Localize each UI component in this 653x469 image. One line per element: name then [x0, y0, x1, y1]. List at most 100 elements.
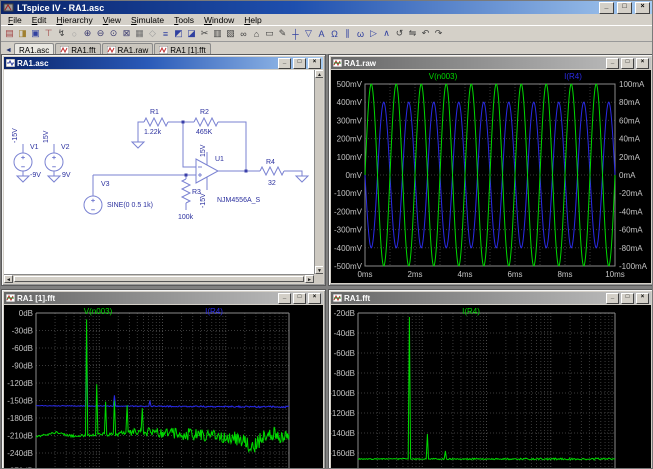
schematic-window-titlebar[interactable]: RA1.asc _ □ × — [4, 57, 323, 69]
axis-tick-label: -120dB — [331, 409, 355, 418]
copy-icon[interactable]: ▥ — [211, 27, 224, 40]
plot-tab-icon — [159, 46, 168, 54]
control-panel-icon[interactable]: ⊤ — [42, 27, 55, 40]
vertical-scrollbar[interactable]: ▲ ▼ — [314, 70, 323, 274]
minimize-button[interactable]: _ — [606, 58, 619, 69]
close-button[interactable]: × — [635, 2, 650, 14]
schematic-canvas[interactable]: -15V V1 -9V 15V V2 9V V3 SINE(0 0.5 1k) … — [4, 70, 323, 283]
v1-neg-label: -9V — [30, 172, 41, 179]
axis-tick-label: -90dB — [12, 362, 33, 371]
close-button[interactable]: × — [636, 293, 649, 304]
open-file-icon[interactable]: ◨ — [16, 27, 29, 40]
v1-ref: V1 — [30, 144, 39, 151]
zoom-extents-icon[interactable]: ⊙ — [107, 27, 120, 40]
netlist-icon[interactable]: ≡ — [159, 27, 172, 40]
horizontal-scrollbar[interactable]: ◄ ► — [4, 274, 314, 283]
v2-neg-label: 9V — [62, 172, 71, 179]
maximize-button[interactable]: □ — [621, 293, 634, 304]
pan-icon[interactable]: ◇ — [146, 27, 159, 40]
raw-plot-svg[interactable]: 500mV400mV300mV200mV100mV0mV-100mV-200mV… — [331, 70, 651, 283]
axis-tick-label: -300mV — [334, 226, 363, 235]
inductor-icon[interactable]: ω — [354, 27, 367, 40]
axis-tick-label: 200mV — [337, 135, 363, 144]
new-schematic-icon[interactable]: ▤ — [3, 27, 16, 40]
axis-tick-label: 60mA — [619, 116, 641, 125]
diode-icon[interactable]: ▷ — [367, 27, 380, 40]
close-button[interactable]: × — [308, 293, 321, 304]
scroll-right-icon[interactable]: ► — [305, 275, 314, 283]
maximize-button[interactable]: □ — [293, 58, 306, 69]
v1-voltage-label: -15V — [12, 128, 19, 143]
undo-icon[interactable]: ↶ — [419, 27, 432, 40]
minimize-button[interactable]: _ — [599, 2, 614, 14]
cut-icon[interactable]: ✂ — [198, 27, 211, 40]
resistor-icon[interactable]: Ω — [328, 27, 341, 40]
paste-icon[interactable]: ▧ — [224, 27, 237, 40]
scroll-left-icon[interactable]: ◄ — [4, 275, 13, 283]
halt-icon[interactable]: ○ — [68, 27, 81, 40]
maximize-button[interactable]: □ — [617, 2, 632, 14]
scroll-down-icon[interactable]: ▼ — [315, 266, 323, 274]
home-icon[interactable]: ⌂ — [250, 27, 263, 40]
menu-item-window[interactable]: Window — [199, 15, 239, 25]
fft1-plot-svg[interactable]: 0dB-30dB-60dB-90dB-120dB-150dB-180dB-210… — [4, 305, 323, 469]
close-button[interactable]: × — [636, 58, 649, 69]
raw-window-titlebar[interactable]: RA1.raw _ □ × — [331, 57, 651, 69]
maximize-button[interactable]: □ — [621, 58, 634, 69]
maximize-button[interactable]: □ — [293, 293, 306, 304]
menu-item-hierarchy[interactable]: Hierarchy — [51, 15, 97, 25]
print-icon[interactable]: ▭ — [263, 27, 276, 40]
minimize-button[interactable]: _ — [278, 293, 291, 304]
fft1-plot-pane[interactable]: 0dB-30dB-60dB-90dB-120dB-150dB-180dB-210… — [4, 305, 323, 469]
fft2-plot-pane[interactable]: -20dB-40dB-60dB-80dB-100dB-120dB-140dB-1… — [331, 305, 651, 469]
axis-tick-label: -200mV — [334, 207, 363, 216]
plot-window-icon — [6, 294, 15, 302]
raw-plot-pane[interactable]: 500mV400mV300mV200mV100mV0mV-100mV-200mV… — [331, 70, 651, 283]
zoom-area-icon[interactable]: ⊕ — [81, 27, 94, 40]
ltspice-app-window: LTspice IV - RA1.asc _ □ × FileEditHiera… — [0, 0, 653, 469]
menu-item-edit[interactable]: Edit — [27, 15, 52, 25]
redo-icon[interactable]: ↷ — [432, 27, 445, 40]
component-icon[interactable]: ∧ — [380, 27, 393, 40]
close-button[interactable]: × — [308, 58, 321, 69]
app-titlebar[interactable]: LTspice IV - RA1.asc _ □ × — [1, 1, 652, 14]
trace-I(R4) — [36, 336, 289, 407]
zoom-back-icon[interactable]: ⊖ — [94, 27, 107, 40]
plot-tab-icon — [60, 46, 69, 54]
r1-ref: R1 — [150, 109, 159, 116]
scrollbar-thumb[interactable] — [14, 276, 304, 282]
menu-item-tools[interactable]: Tools — [169, 15, 199, 25]
plot-grid — [358, 313, 615, 469]
wire-icon[interactable]: ┼ — [289, 27, 302, 40]
grid-icon[interactable]: ▦ — [133, 27, 146, 40]
edit-icon[interactable]: ✎ — [276, 27, 289, 40]
schematic-svg[interactable]: -15V V1 -9V 15V V2 9V V3 SINE(0 0.5 1k) … — [4, 70, 314, 274]
menu-item-file[interactable]: File — [3, 15, 27, 25]
find-icon[interactable]: ∞ — [237, 27, 250, 40]
rotate-icon[interactable]: ↺ — [393, 27, 406, 40]
label-icon[interactable]: A — [315, 27, 328, 40]
toolbar: ▤◨▣⊤↯○⊕⊖⊙⊠▦◇≡◩◪✂▥▧∞⌂▭✎┼▽AΩ∥ω▷∧↺⇋↶↷ — [1, 25, 652, 42]
minimize-button[interactable]: _ — [606, 293, 619, 304]
plot-settings-icon[interactable]: ◪ — [185, 27, 198, 40]
save-icon[interactable]: ▣ — [29, 27, 42, 40]
minimize-button[interactable]: _ — [278, 58, 291, 69]
r2-value: 465K — [196, 129, 213, 136]
ground-icon[interactable]: ▽ — [302, 27, 315, 40]
visible-traces-icon[interactable]: ◩ — [172, 27, 185, 40]
zoom-fit-icon[interactable]: ⊠ — [120, 27, 133, 40]
r3-value: 100k — [178, 214, 194, 221]
menu-item-help[interactable]: Help — [239, 15, 266, 25]
fft2-plot-svg[interactable]: -20dB-40dB-60dB-80dB-100dB-120dB-140dB-1… — [331, 305, 651, 469]
menu-item-simulate[interactable]: Simulate — [126, 15, 169, 25]
menu-item-view[interactable]: View — [98, 15, 126, 25]
capacitor-icon[interactable]: ∥ — [341, 27, 354, 40]
fft1-window-titlebar[interactable]: RA1 [1].fft _ □ × — [4, 292, 323, 304]
u1-vplus-label: 15V — [200, 144, 207, 157]
plot-window-icon — [333, 59, 342, 67]
mirror-icon[interactable]: ⇋ — [406, 27, 419, 40]
run-icon[interactable]: ↯ — [55, 27, 68, 40]
fft2-window-titlebar[interactable]: RA1.fft _ □ × — [331, 292, 651, 304]
axis-tick-label: -20dB — [334, 309, 355, 318]
scroll-up-icon[interactable]: ▲ — [315, 70, 323, 78]
